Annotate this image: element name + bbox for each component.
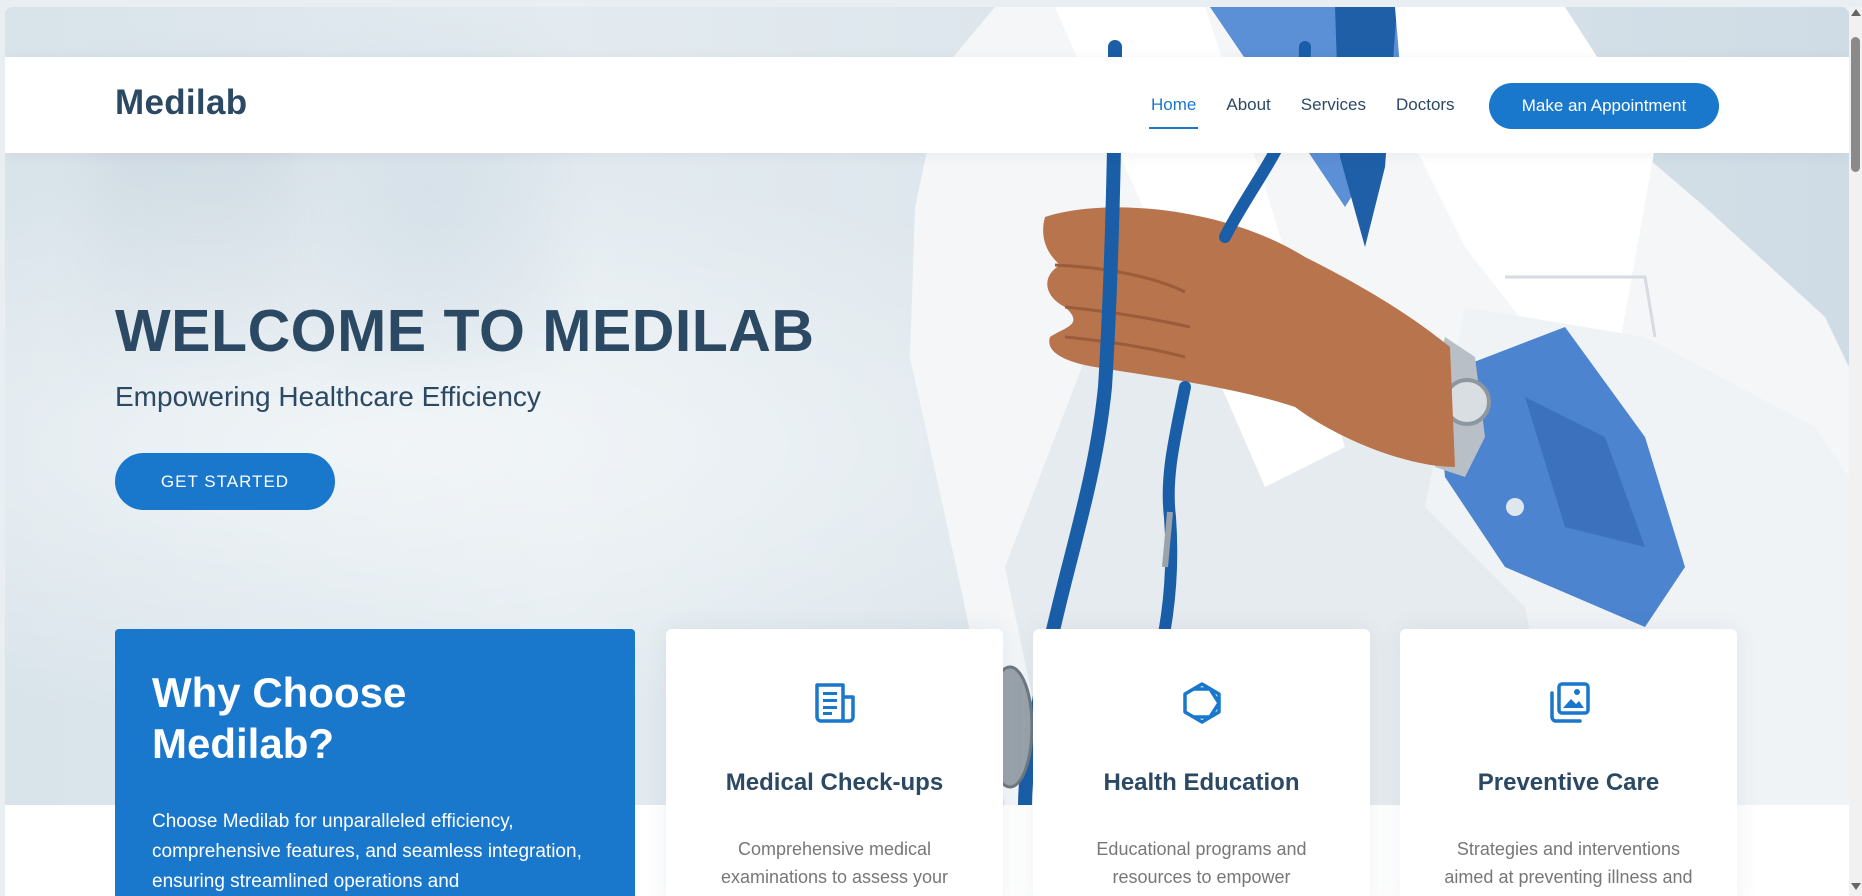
card-text: Educational programs and resources to em… bbox=[1096, 839, 1307, 887]
card-title: Preventive Care bbox=[1477, 769, 1660, 796]
get-started-button[interactable]: GET STARTED bbox=[115, 453, 335, 510]
make-appointment-button[interactable]: Make an Appointment bbox=[1489, 83, 1719, 129]
service-card: Health Education Educational programs an… bbox=[1033, 629, 1370, 896]
card-title: Medical Check-ups bbox=[725, 769, 944, 796]
main-nav: Home About Services Doctors bbox=[1148, 57, 1485, 153]
why-choose-box: Why Choose Medilab? Choose Medilab for u… bbox=[115, 629, 635, 896]
hero-title: WELCOME TO MEDILAB bbox=[115, 298, 815, 364]
scroll-down-arrow-icon[interactable] bbox=[1851, 883, 1861, 890]
why-text: Choose Medilab for unparalleled efficien… bbox=[152, 811, 582, 892]
images-icon bbox=[1400, 681, 1737, 725]
card-text: Comprehensive medical examinations to as… bbox=[720, 839, 949, 887]
card-text: Strategies and interventions aimed at pr… bbox=[1444, 839, 1693, 887]
site-logo[interactable]: Medilab bbox=[115, 83, 247, 123]
site-header: Medilab Home About Services Doctors Make… bbox=[5, 57, 1849, 153]
document-icon bbox=[666, 681, 1003, 725]
nav-about[interactable]: About bbox=[1226, 87, 1270, 123]
page-scrollbar[interactable] bbox=[1849, 7, 1862, 896]
scroll-up-arrow-icon[interactable] bbox=[1851, 9, 1861, 16]
nav-home[interactable]: Home bbox=[1148, 87, 1199, 129]
nav-services[interactable]: Services bbox=[1301, 87, 1366, 123]
card-title: Health Education bbox=[1103, 769, 1300, 796]
page-viewport: Medilab Home About Services Doctors Make… bbox=[5, 7, 1849, 896]
cube-icon bbox=[1033, 681, 1370, 725]
nav-doctors[interactable]: Doctors bbox=[1396, 87, 1455, 123]
service-card: Preventive Care Strategies and intervent… bbox=[1400, 629, 1737, 896]
service-card: Medical Check-ups Comprehensive medical … bbox=[666, 629, 1003, 896]
hero-subtitle: Empowering Healthcare Efficiency bbox=[115, 381, 541, 412]
why-title: Why Choose Medilab? bbox=[152, 669, 407, 767]
scrollbar-thumb[interactable] bbox=[1851, 37, 1860, 172]
